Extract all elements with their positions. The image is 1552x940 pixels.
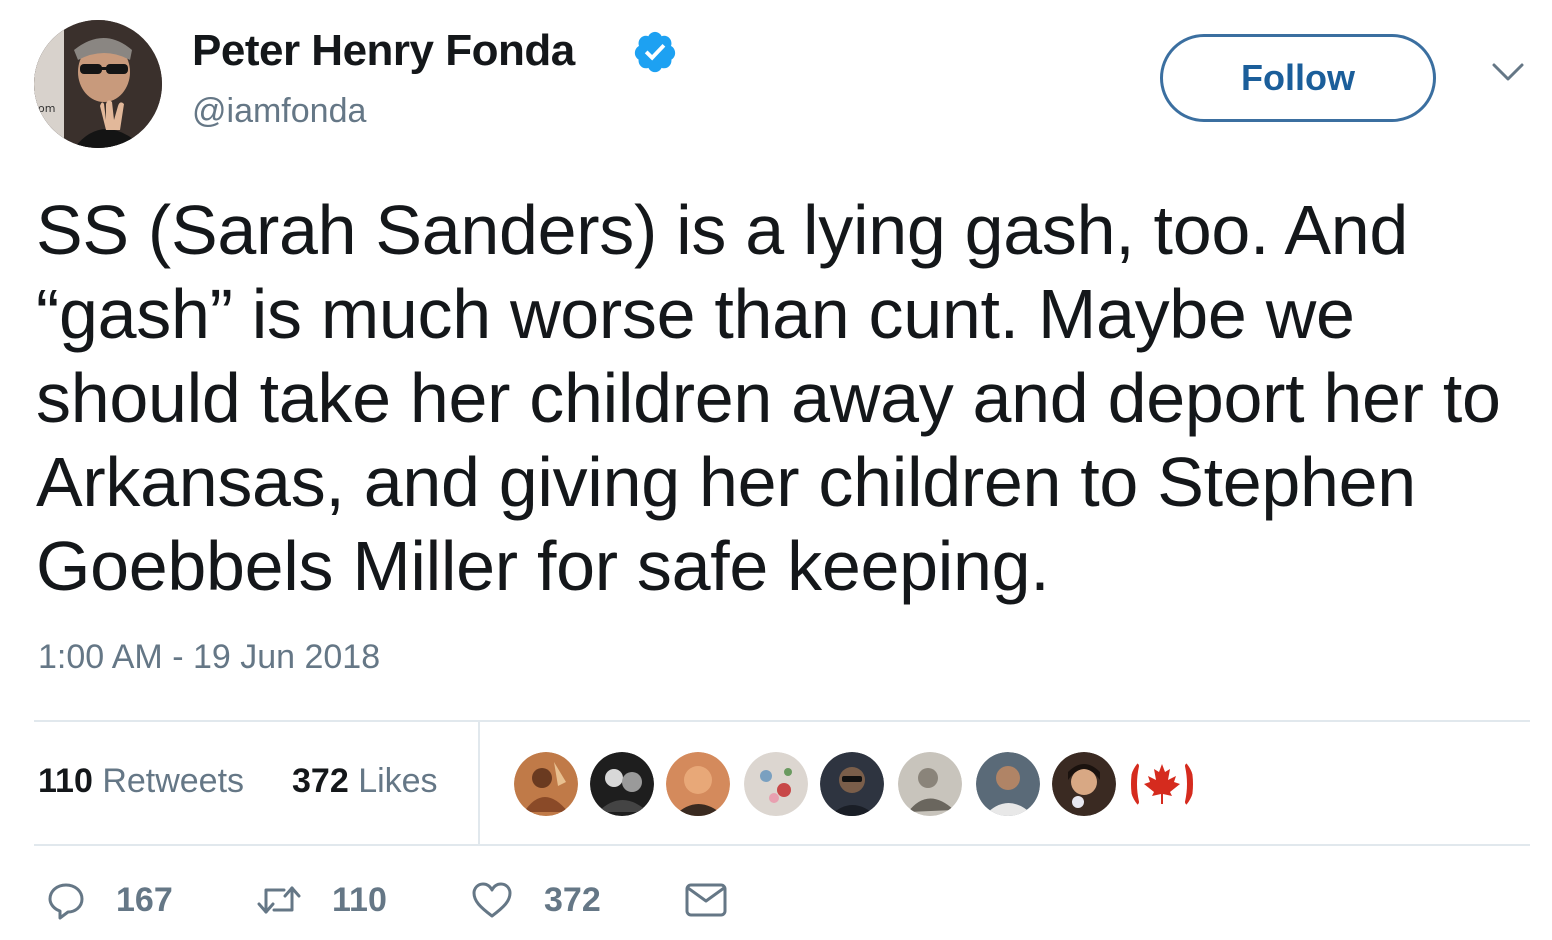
heart-icon <box>472 882 512 918</box>
verified-badge-icon <box>634 31 676 73</box>
retweet-icon <box>257 886 301 914</box>
likes-label: Likes <box>358 762 438 800</box>
chevron-down-icon[interactable] <box>1490 60 1526 84</box>
divider <box>34 844 1530 846</box>
like-count: 372 <box>544 880 601 919</box>
liker-avatar[interactable] <box>1052 752 1116 816</box>
retweets-stat[interactable]: 110 Retweets <box>38 762 244 801</box>
liker-avatar[interactable] <box>898 752 962 816</box>
retweet-button[interactable]: 110 <box>256 880 387 920</box>
reply-count: 167 <box>116 880 173 919</box>
avatar <box>590 752 654 816</box>
liker-avatar[interactable] <box>666 752 730 816</box>
stats-divider <box>478 722 480 844</box>
avatar <box>976 752 1040 816</box>
follow-button[interactable]: Follow <box>1160 34 1436 122</box>
reply-icon <box>48 883 84 920</box>
author-name[interactable]: Peter Henry Fonda <box>192 26 575 76</box>
avatar <box>744 752 808 816</box>
liker-avatar[interactable] <box>976 752 1040 816</box>
reply-button[interactable]: 167 <box>46 880 173 920</box>
direct-message-button[interactable] <box>684 880 728 920</box>
likes-stat[interactable]: 372 Likes <box>292 762 438 801</box>
author-avatar-image: om <box>34 20 162 148</box>
liker-avatar[interactable] <box>514 752 578 816</box>
divider <box>34 720 1530 722</box>
avatar <box>1052 752 1116 816</box>
tweet-text: SS (Sarah Sanders) is a lying gash, too.… <box>36 191 1501 605</box>
author-avatar[interactable]: om <box>34 20 162 148</box>
avatar <box>898 752 962 816</box>
tweet-card: om Peter Henry Fonda @iamfonda Follow SS… <box>0 0 1552 940</box>
liker-avatar[interactable] <box>590 752 654 816</box>
avatar <box>514 752 578 816</box>
envelope-icon <box>685 883 727 917</box>
tweet-timestamp[interactable]: 1:00 AM - 19 Jun 2018 <box>38 638 380 677</box>
retweets-label: Retweets <box>102 762 245 800</box>
avatar <box>820 752 884 816</box>
svg-text:om: om <box>38 102 55 115</box>
likes-count: 372 <box>292 762 349 800</box>
avatar <box>666 752 730 816</box>
like-button[interactable]: 372 <box>470 880 601 920</box>
liker-avatar[interactable] <box>820 752 884 816</box>
retweets-count: 110 <box>38 762 93 800</box>
author-handle[interactable]: @iamfonda <box>192 92 366 131</box>
liker-avatar[interactable] <box>1130 752 1194 816</box>
canada-flag-icon <box>1130 752 1194 816</box>
liker-avatar[interactable] <box>744 752 808 816</box>
retweet-count: 110 <box>332 880 387 919</box>
